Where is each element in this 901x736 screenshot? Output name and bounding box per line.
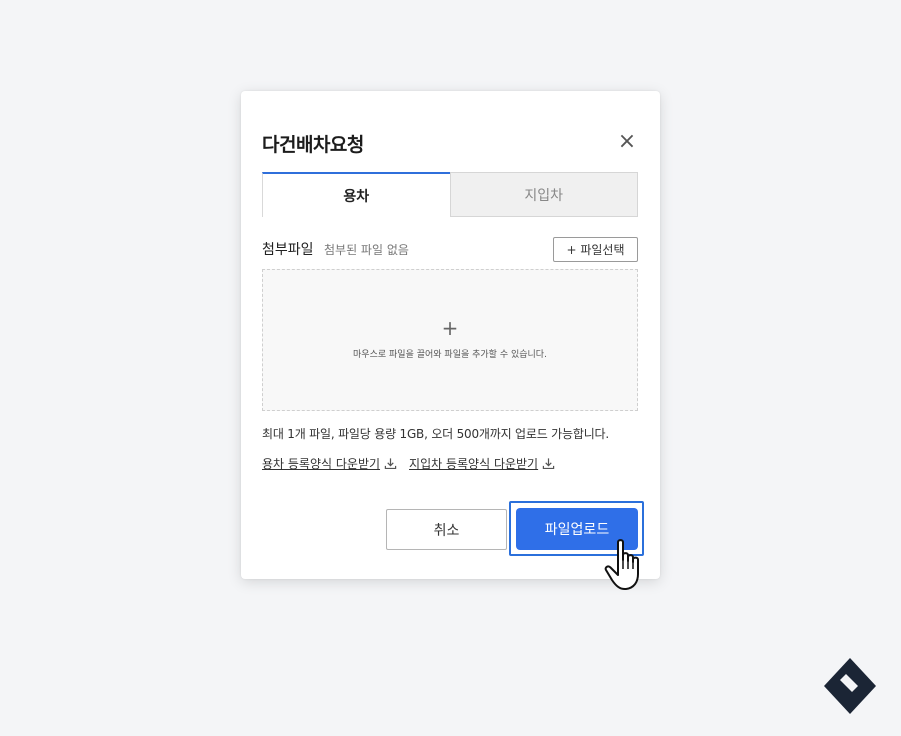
hand-pointer-icon [604,539,639,591]
bulk-dispatch-modal: 다건배차요청 × 용차 지입차 첨부파일 첨부된 파일 없음 + 파일선택 + … [241,91,660,579]
download-link-label: 용차 등록양식 다운받기 [262,457,381,471]
plus-icon: + [441,316,459,340]
download-icon [384,458,397,470]
tab-yongcha[interactable]: 용차 [262,172,450,217]
tab-bar: 용차 지입차 [262,172,638,217]
attachment-label: 첨부파일 [262,242,314,258]
cancel-button[interactable]: 취소 [386,509,507,550]
close-icon[interactable]: × [617,130,637,154]
download-links: 용차 등록양식 다운받기 지입차 등록양식 다운받기 [262,455,555,472]
file-dropzone[interactable]: + 마우스로 파일을 끌어와 파일을 추가할 수 있습니다. [262,269,638,411]
file-select-button[interactable]: + 파일선택 [553,237,638,262]
download-jiipcha-template-link[interactable]: 지입차 등록양식 다운받기 [409,455,555,472]
upload-limit-text: 최대 1개 파일, 파일당 용량 1GB, 오더 500개까지 업로드 가능합니… [262,427,610,441]
dropzone-hint: 마우스로 파일을 끌어와 파일을 추가할 수 있습니다. [353,350,547,360]
tab-jiipcha[interactable]: 지입차 [449,172,638,217]
download-link-label: 지입차 등록양식 다운받기 [409,457,539,471]
modal-title: 다건배차요청 [262,134,364,156]
attachment-status: 첨부된 파일 없음 [324,243,409,257]
brand-logo [824,658,876,714]
download-yongcha-template-link[interactable]: 용차 등록양식 다운받기 [262,455,397,472]
download-icon [542,458,555,470]
